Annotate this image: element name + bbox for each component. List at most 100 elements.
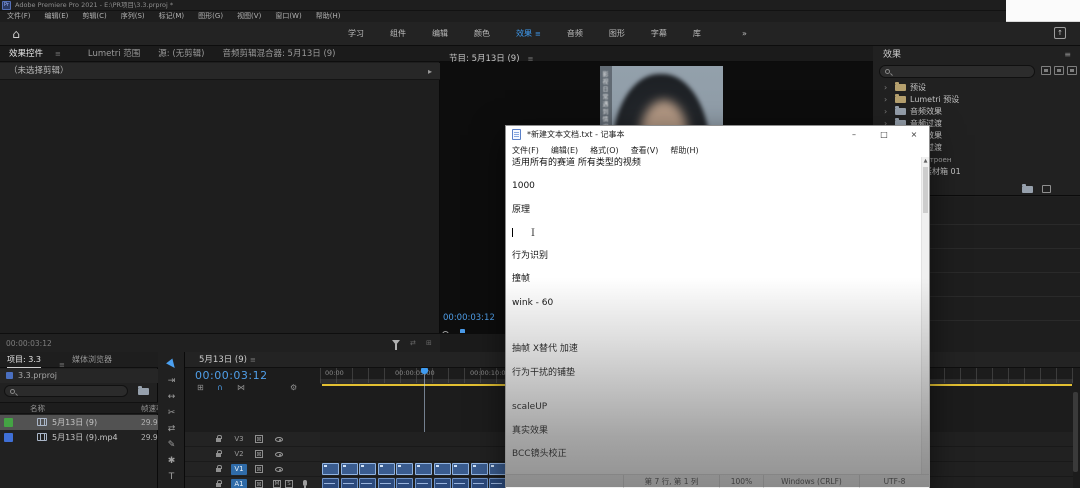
notepad-menu-item-3[interactable]: 查看(V)	[625, 144, 665, 157]
menu-item-4[interactable]: 标记(M)	[152, 11, 192, 22]
filter-funnel-icon[interactable]	[392, 340, 400, 350]
lock-icon[interactable]	[216, 480, 222, 487]
linked-selection-icon[interactable]: ⋈	[237, 383, 245, 392]
video-clip-segment[interactable]	[452, 463, 470, 475]
workspace-tab-效果[interactable]: 效果 ≡	[503, 22, 554, 46]
status-zoom-level[interactable]: 100%	[719, 475, 763, 488]
track-output-eye-icon[interactable]	[275, 467, 283, 472]
menu-item-1[interactable]: 编辑(E)	[38, 11, 76, 22]
video-clip-segment[interactable]	[377, 463, 395, 475]
timeline-settings-wrench-icon[interactable]: ⚙	[290, 383, 297, 392]
chevron-right-icon[interactable]: ›	[884, 106, 887, 118]
panel-menu-icon[interactable]: ≡	[250, 356, 256, 364]
panel-menu-icon[interactable]: ≡	[46, 50, 70, 58]
yuv-effects-icon[interactable]	[1067, 66, 1077, 75]
close-button[interactable]: ×	[899, 126, 929, 144]
project-row[interactable]: 5月13日 (9).mp4 29.97	[0, 430, 158, 445]
scrollbar-thumb[interactable]	[923, 167, 928, 213]
video-clip-segment[interactable]	[359, 463, 377, 475]
ripple-edit-tool-icon[interactable]: ↔	[158, 389, 185, 405]
chevron-right-icon[interactable]: ›	[884, 94, 887, 106]
hand-tool-icon[interactable]: ✱	[158, 453, 185, 469]
audio-clip-segment[interactable]	[470, 478, 488, 488]
maximize-button[interactable]: □	[869, 126, 899, 144]
track-name[interactable]: V2	[231, 449, 247, 460]
notepad-menu-item-1[interactable]: 编辑(E)	[545, 144, 584, 157]
slip-tool-icon[interactable]: ⇄	[158, 421, 185, 437]
track-name[interactable]: V3	[231, 434, 247, 445]
effect-controls-tab-1[interactable]: Lumetri 范围	[79, 46, 149, 61]
workspace-tab-库[interactable]: 库	[680, 22, 714, 46]
accelerated-effects-icon[interactable]	[1041, 66, 1051, 75]
effect-controls-tab-0[interactable]: 效果控件 ≡	[0, 46, 79, 61]
add-marker-icon[interactable]: ⊞	[197, 383, 204, 392]
workspace-tab-颜色[interactable]: 颜色	[461, 22, 503, 46]
project-row[interactable]: 5月13日 (9) 29.97	[0, 415, 158, 430]
workspace-overflow-button[interactable]: »	[742, 22, 747, 46]
timeline-sequence-tab[interactable]: 5月13日 (9) ≡	[199, 352, 256, 368]
timeline-scrollbar[interactable]	[1073, 392, 1078, 472]
project-search-input[interactable]	[4, 385, 128, 397]
track-header-V3[interactable]: V3 ⊠	[185, 432, 320, 447]
track-header-V1[interactable]: V1 ⊠	[185, 462, 320, 477]
column-name[interactable]: 名称	[30, 403, 45, 414]
track-name[interactable]: A1	[231, 479, 247, 488]
audio-clip-segment[interactable]	[359, 478, 377, 488]
effects-tree-row[interactable]: › Lumetri 预设	[873, 94, 1080, 106]
menu-item-2[interactable]: 剪辑(C)	[75, 11, 113, 22]
effect-controls-tab-2[interactable]: 源: (无剪辑)	[149, 46, 213, 61]
new-custom-bin-icon[interactable]	[1022, 184, 1033, 193]
audio-clip-segment[interactable]	[433, 478, 451, 488]
mute-button[interactable]: M	[273, 480, 281, 488]
video-clip-segment[interactable]	[415, 463, 432, 475]
audio-clip-segment[interactable]	[452, 478, 470, 488]
label-color-swatch[interactable]	[4, 433, 13, 442]
workspace-tab-音频[interactable]: 音频	[554, 22, 596, 46]
notepad-menu-item-0[interactable]: 文件(F)	[506, 144, 545, 157]
video-clip-segment[interactable]	[489, 463, 507, 475]
video-clip-segment[interactable]	[433, 463, 451, 475]
video-clip-segment[interactable]	[470, 463, 488, 475]
selection-tool-icon[interactable]	[158, 357, 185, 373]
sync-lock-icon[interactable]: ⊠	[255, 435, 263, 443]
breadcrumb[interactable]: 3.3.prproj	[18, 369, 57, 383]
menu-item-6[interactable]: 视图(V)	[230, 11, 268, 22]
track-output-eye-icon[interactable]	[275, 452, 283, 457]
chevron-right-icon[interactable]: ›	[884, 82, 887, 94]
panel-menu-icon[interactable]: ≡	[535, 30, 541, 38]
audio-clip-segment[interactable]	[415, 478, 432, 488]
workspace-tab-学习[interactable]: 学习	[335, 22, 377, 46]
new-bin-icon[interactable]	[138, 386, 149, 395]
menu-item-3[interactable]: 序列(S)	[114, 11, 152, 22]
video-clip-segment[interactable]	[340, 463, 358, 475]
sync-lock-icon[interactable]: ⊠	[255, 465, 263, 473]
sync-lock-icon[interactable]: ⊠	[255, 450, 263, 458]
solo-button[interactable]: S	[285, 480, 293, 488]
lock-icon[interactable]	[216, 435, 222, 442]
type-tool-icon[interactable]: T	[158, 469, 185, 485]
panel-menu-icon[interactable]: ≡	[1064, 48, 1071, 62]
menu-item-5[interactable]: 图形(G)	[191, 11, 230, 22]
lock-icon[interactable]	[216, 465, 222, 472]
audio-clip-segment[interactable]	[322, 478, 339, 488]
menu-item-7[interactable]: 窗口(W)	[268, 11, 308, 22]
razor-tool-icon[interactable]: ✂	[158, 405, 185, 421]
home-icon[interactable]: ⌂	[8, 26, 24, 42]
tab-media-browser[interactable]: 媒体浏览器	[72, 352, 112, 368]
voiceover-mic-icon[interactable]	[303, 480, 307, 488]
panel-options-icon[interactable]: ⊞	[426, 334, 432, 353]
video-clip-segment[interactable]	[396, 463, 414, 475]
track-output-eye-icon[interactable]	[275, 437, 283, 442]
workspace-tab-字幕[interactable]: 字幕	[638, 22, 680, 46]
workspace-tab-编辑[interactable]: 编辑	[419, 22, 461, 46]
tab-project[interactable]: 项目: 3.3	[7, 352, 41, 368]
label-color-swatch[interactable]	[4, 418, 13, 427]
32bit-color-icon[interactable]	[1054, 66, 1064, 75]
effects-tree-row[interactable]: › 预设	[873, 82, 1080, 94]
audio-clip-segment[interactable]	[377, 478, 395, 488]
notepad-menu-item-2[interactable]: 格式(O)	[584, 144, 625, 157]
notepad-text-area[interactable]: 适用所有的赛道 所有类型的视频 1000 原理 I 行为识别 撞帧 wink -…	[506, 157, 921, 474]
audio-clip-segment[interactable]	[489, 478, 507, 488]
sync-lock-icon[interactable]: ⊠	[255, 480, 263, 488]
effects-tree-row[interactable]: › 音频效果	[873, 106, 1080, 118]
